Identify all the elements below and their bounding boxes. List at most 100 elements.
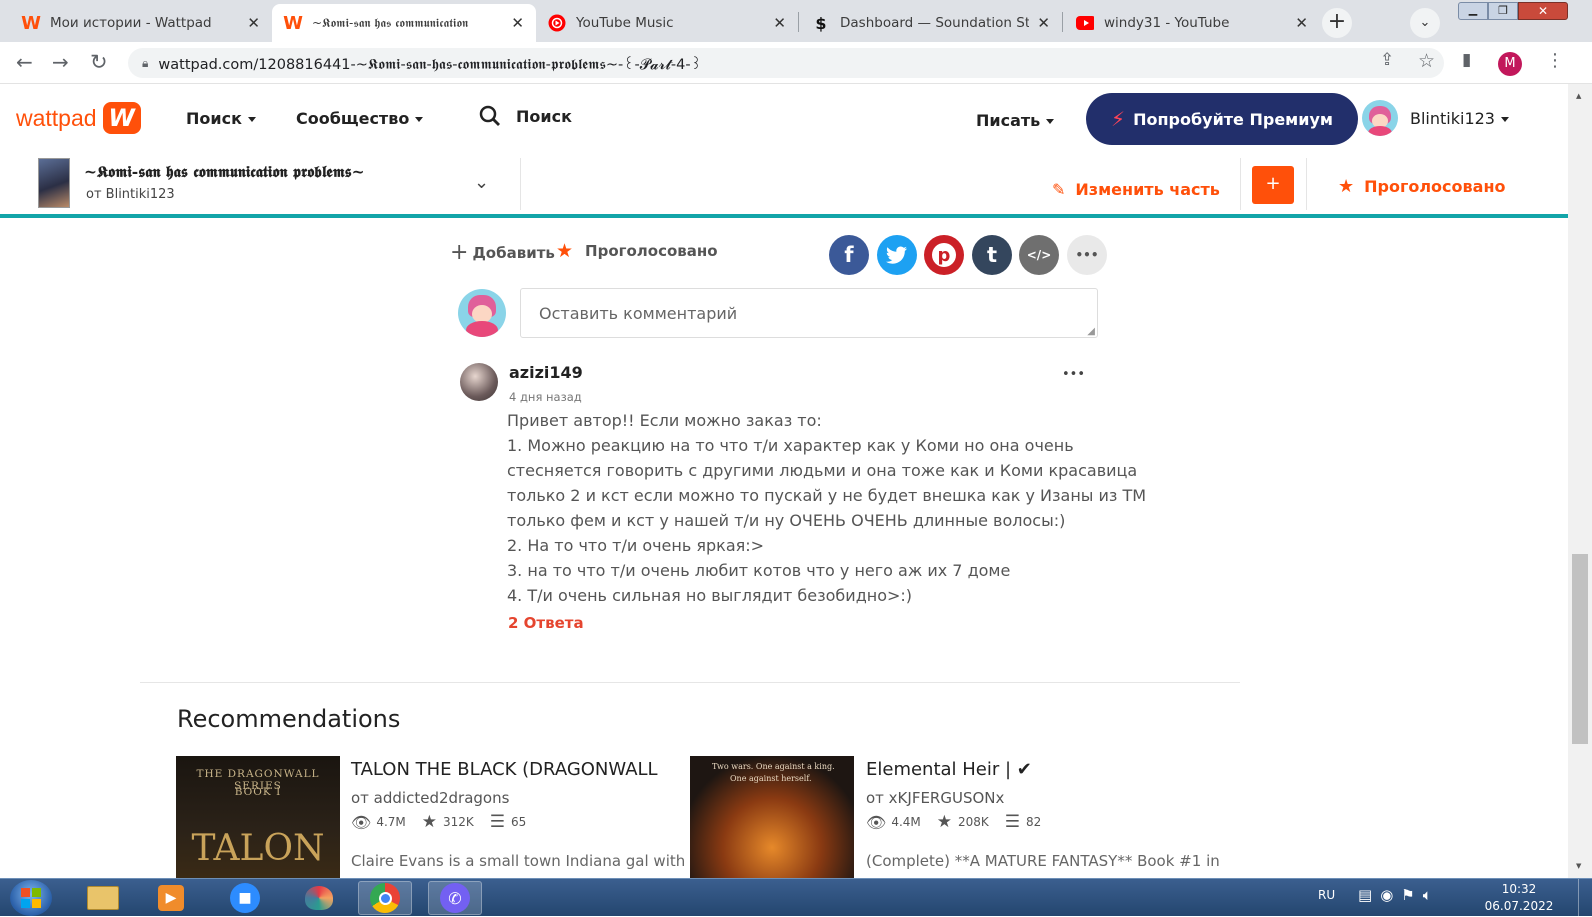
close-icon[interactable]: ✕ xyxy=(1295,14,1308,32)
story-toolbar: ~𝕶𝖔𝖒𝖎-𝖘𝖆𝖓 𝖍𝖆𝖘 𝖈𝖔𝖒𝖒𝖚𝖓𝖎𝖈𝖆𝖙𝖎𝖔𝖓 𝖕𝖗𝖔𝖇𝖑𝖊𝖒𝖘~ от… xyxy=(0,154,1568,218)
browser-toolbar: ← → ↻ 🔒︎ wattpad.com/1208816441-~𝕶𝖔𝖒𝖎-𝖘𝖆… xyxy=(0,42,1592,84)
book-author[interactable]: от xKJFERGUSONx xyxy=(866,789,1004,807)
list-icon: ☰ xyxy=(1004,812,1021,832)
page-scrollbar[interactable]: ▲ ▼ xyxy=(1568,84,1592,878)
search-box[interactable]: Поиск xyxy=(478,104,572,128)
close-icon[interactable]: ✕ xyxy=(773,14,786,32)
windows-start-icon[interactable] xyxy=(10,880,52,916)
new-tab-button[interactable]: + xyxy=(1322,8,1352,38)
tab-soundation[interactable]: $ Dashboard — Soundation Stu ✕ xyxy=(800,4,1062,42)
community-menu[interactable]: Сообщество xyxy=(296,109,424,128)
write-menu[interactable]: Писать xyxy=(976,111,1055,130)
vote-toggle[interactable]: ★ Проголосовано xyxy=(556,240,718,262)
maximize-button[interactable]: ❐ xyxy=(1488,2,1518,20)
comment-line: 2. На то что т/и очень яркая:> xyxy=(507,536,765,555)
user-avatar[interactable] xyxy=(1362,100,1398,136)
pinterest-share-icon[interactable]: p xyxy=(924,235,964,275)
windows-taskbar: ▶ ■ ✆ RU ▤ ◉ ⚑ 🔈︎ 10:32 06.07.2022 xyxy=(0,878,1592,917)
scrollbar-thumb[interactable] xyxy=(1572,554,1588,744)
comment-line: 3. на то что т/и очень любит котов что у… xyxy=(507,561,1011,580)
youtube-music-icon xyxy=(548,14,566,32)
minimize-button[interactable]: ▁ xyxy=(1458,2,1488,20)
caret-down-icon xyxy=(415,117,424,122)
volume-icon[interactable]: 🔈︎ xyxy=(1423,886,1432,904)
chevron-down-icon[interactable]: ⌄ xyxy=(474,172,489,193)
file-explorer-icon[interactable] xyxy=(76,881,130,915)
story-author[interactable]: от Blintiki123 xyxy=(86,187,175,202)
book-author[interactable]: от addicted2dragons xyxy=(351,789,509,807)
comment-line: 1. Можно реакцию на то что т/и характер … xyxy=(507,436,1074,455)
bookmark-star-icon[interactable]: ☆ xyxy=(1418,50,1435,72)
resize-handle-icon[interactable]: ◢ xyxy=(1087,326,1095,337)
story-title[interactable]: ~𝕶𝖔𝖒𝖎-𝖘𝖆𝖓 𝖍𝖆𝖘 𝖈𝖔𝖒𝖒𝖚𝖓𝖎𝖈𝖆𝖙𝖎𝖔𝖓 𝖕𝖗𝖔𝖇𝖑𝖊𝖒𝖘~ xyxy=(84,162,365,182)
facebook-share-icon[interactable]: f xyxy=(829,235,869,275)
more-options-icon[interactable]: ••• xyxy=(1067,235,1107,275)
edit-part-button[interactable]: ✎ Изменить часть xyxy=(1052,180,1220,199)
show-desktop-button[interactable] xyxy=(1578,879,1592,917)
book-blurb: (Complete) **A MATURE FANTASY** Book #1 … xyxy=(866,852,1220,870)
flag-icon[interactable]: ⚑ xyxy=(1401,886,1414,904)
side-panel-icon[interactable]: ▮ xyxy=(1462,50,1471,70)
search-icon xyxy=(479,105,500,126)
tab-youtube[interactable]: windy31 - YouTube ✕ xyxy=(1064,4,1320,42)
close-icon[interactable]: ✕ xyxy=(1037,14,1050,32)
book-stats: 👁︎ 4.4M ★ 208K ☰ 82 xyxy=(866,812,1042,832)
caret-down-icon xyxy=(1046,119,1055,124)
tab-youtube-music[interactable]: YouTube Music ✕ xyxy=(536,4,798,42)
clock[interactable]: 10:32 06.07.2022 xyxy=(1484,881,1554,915)
chrome-taskbar-icon[interactable] xyxy=(358,881,412,915)
close-icon[interactable]: ✕ xyxy=(511,14,524,32)
comment-author-name[interactable]: azizi149 xyxy=(509,363,583,382)
browse-menu[interactable]: Поиск xyxy=(186,109,256,128)
plus-icon: + xyxy=(450,240,469,265)
twitter-share-icon[interactable] xyxy=(877,235,917,275)
tab-search-chevron-icon[interactable]: ⌄ xyxy=(1410,8,1440,38)
book-cover-talon[interactable]: THE DRAGONWALL SERIES BOOK I TALON xyxy=(176,756,340,878)
comment-input[interactable]: Оставить комментарий ◢ xyxy=(520,288,1098,338)
view-replies-link[interactable]: 2 Ответа xyxy=(508,614,584,632)
book-cover-elemental-heir[interactable]: Two wars. One against a king. One agains… xyxy=(690,756,854,878)
book-title[interactable]: TALON THE BLACK (DRAGONWALL xyxy=(351,759,658,780)
viber-tray-icon[interactable]: ◉ xyxy=(1380,886,1393,904)
tab-separator xyxy=(1062,12,1063,32)
window-controls: ▁ ❐ ✕ xyxy=(1458,2,1584,22)
add-to-list-button[interactable]: + xyxy=(1252,166,1294,204)
comment-body: Привет автор!! Если можно заказ то: 1. М… xyxy=(507,408,1146,608)
forward-arrow-icon[interactable]: → xyxy=(52,50,69,74)
comment-more-icon[interactable]: ••• xyxy=(1062,367,1085,382)
reload-icon[interactable]: ↻ xyxy=(90,50,108,74)
star-icon: ★ xyxy=(556,240,574,262)
eye-icon: 👁︎ xyxy=(866,812,887,832)
wattpad-icon: W xyxy=(21,12,41,34)
comment-line: только фем и кст у нашей т/и ну ОЧЕНЬ ОЧ… xyxy=(507,511,1066,530)
tab-my-stories[interactable]: W Мои истории - Wattpad ✕ xyxy=(10,4,272,42)
premium-button[interactable]: ⚡︎ Попробуйте Премиум xyxy=(1086,93,1358,145)
media-player-icon[interactable]: ▶ xyxy=(144,881,198,915)
browser-menu-icon[interactable]: ⋮ xyxy=(1546,50,1564,71)
tumblr-share-icon[interactable]: t xyxy=(972,235,1012,275)
vote-button[interactable]: ★ Проголосовано xyxy=(1338,176,1505,197)
network-icon[interactable]: ▤ xyxy=(1358,886,1372,904)
user-menu[interactable]: Blintiki123 xyxy=(1410,109,1509,128)
wattpad-logo[interactable]: wattpad W xyxy=(16,102,141,134)
profile-avatar[interactable]: M xyxy=(1498,52,1522,76)
language-indicator[interactable]: RU xyxy=(1318,888,1335,902)
book-title[interactable]: Elemental Heir | ✔ xyxy=(866,759,1032,780)
zoom-icon[interactable]: ■ xyxy=(218,881,272,915)
story-cover-thumbnail[interactable] xyxy=(38,158,70,208)
close-window-button[interactable]: ✕ xyxy=(1518,2,1568,20)
close-icon[interactable]: ✕ xyxy=(247,14,260,32)
back-arrow-icon[interactable]: ← xyxy=(16,50,33,74)
comment-line: только 2 и кст если можно то пускай у не… xyxy=(507,486,1147,505)
comment-timestamp: 4 дня назад xyxy=(509,390,582,404)
comment-author-avatar[interactable] xyxy=(460,363,498,401)
wattpad-w-icon: W xyxy=(102,102,141,134)
book-stats: 👁︎ 4.7M ★ 312K ☰ 65 xyxy=(351,812,527,832)
share-icon[interactable]: ⇪ xyxy=(1380,50,1394,70)
add-to-library-button[interactable]: + Добавить xyxy=(450,240,555,265)
viber-icon[interactable]: ✆ xyxy=(428,881,482,915)
address-bar[interactable]: 🔒︎ wattpad.com/1208816441-~𝕶𝖔𝖒𝖎-𝖘𝖆𝖓-𝖍𝖆𝖘-… xyxy=(128,48,1444,78)
paint-icon[interactable] xyxy=(292,881,346,915)
embed-code-icon[interactable]: </> xyxy=(1019,235,1059,275)
tab-story-part[interactable]: W ~𝕶𝖔𝖒𝖎-𝖘𝖆𝖓 𝖍𝖆𝖘 𝖈𝖔𝖒𝖒𝖚𝖓𝖎𝖈𝖆𝖙𝖎𝖔𝖓 ✕ xyxy=(272,4,536,42)
